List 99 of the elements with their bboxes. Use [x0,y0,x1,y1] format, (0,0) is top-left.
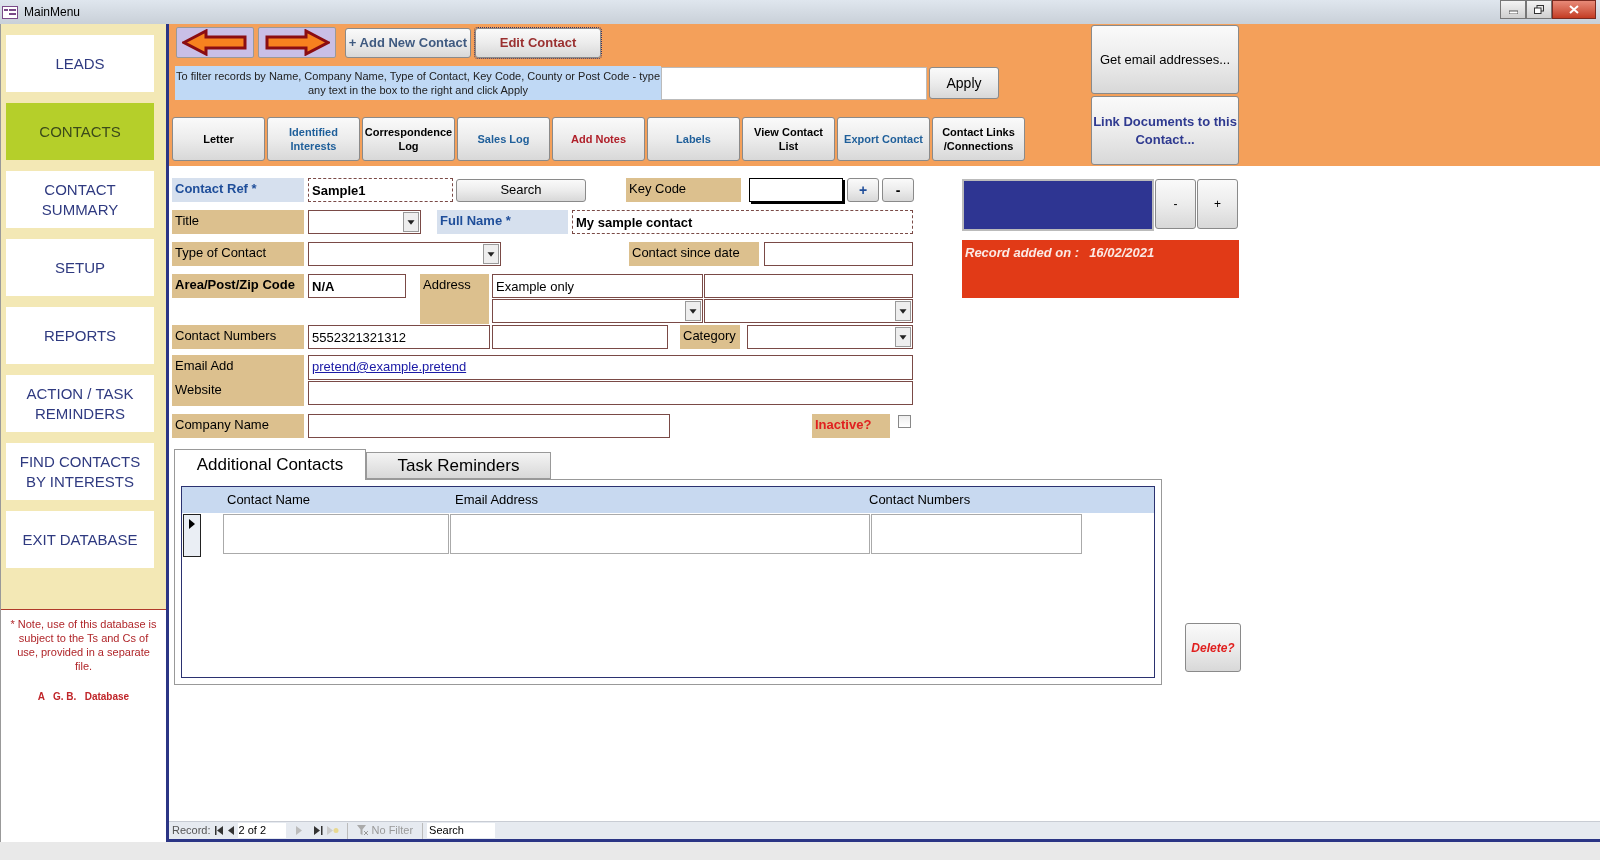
toolbar-button[interactable]: Sales Log [457,117,550,161]
toolbar-button[interactable]: Add Notes [552,117,645,161]
search-field[interactable]: Search [427,823,496,838]
search-button[interactable]: Search [456,178,586,202]
full-name-field[interactable]: My sample contact [572,210,913,234]
field-label: Category [680,325,740,349]
toolbar-button[interactable]: View Contact List [742,117,835,161]
table-cell-field[interactable] [450,514,870,554]
minimize-button[interactable] [1500,0,1526,19]
contact-type-dropdown[interactable] [308,242,501,266]
field-label: Key Code [626,178,741,202]
toolbar-button[interactable]: Export Contact [837,117,930,161]
filter-icon [356,825,369,836]
nav-button[interactable]: SETUP [6,239,154,296]
record-number-field[interactable]: 2 of 2 [237,823,286,838]
field-label: Contact Ref * [172,178,304,202]
address-dropdown[interactable] [492,299,703,323]
caret-icon [483,244,499,264]
nav-button[interactable]: CONTACT SUMMARY [6,171,154,228]
first-record-icon[interactable] [214,826,224,835]
edit-contact-button[interactable]: Edit Contact [475,27,601,58]
table-cell-field[interactable] [871,514,1082,554]
column-header: Contact Name [227,491,312,510]
nav-button[interactable]: ACTION / TASK REMINDERS [6,375,154,432]
field-label: Inactive? [812,414,890,438]
nav-button[interactable]: EXIT DATABASE [6,511,154,568]
address-field[interactable] [704,274,913,298]
app-icon [2,5,18,19]
next-record-button[interactable] [258,27,336,58]
table-cell-field[interactable] [223,514,449,554]
postcode-field[interactable]: N/A [308,274,406,298]
close-button[interactable] [1552,0,1596,19]
close-icon [1569,5,1579,14]
record-added-label: Record added on : [965,244,1080,260]
field-label: Contact since date [629,242,759,266]
title-dropdown[interactable] [308,210,421,234]
toolbar-button[interactable]: Contact Links /Connections [932,117,1025,161]
field-label: Address [420,274,489,324]
plus-button[interactable]: + [847,178,879,202]
column-header: Email Address [455,491,540,510]
usage-note: * Note, use of this database is subject to the Ts and Cs of use, provided in a separate file. [9,617,158,673]
address-field[interactable]: Example only [492,274,703,298]
previous-record-icon[interactable] [227,826,234,835]
toolbar-button[interactable]: Identified Interests [267,117,360,161]
window-title: MainMenu [24,4,81,21]
caret-icon [895,327,911,347]
email-link[interactable]: pretend@example.pretend [312,359,467,374]
website-field[interactable] [308,381,913,405]
last-record-icon[interactable] [313,826,323,835]
category-dropdown[interactable] [747,325,913,349]
right-arrow-icon [264,29,330,56]
contact-ref-field[interactable]: Sample1 [308,178,453,202]
left-arrow-icon [182,29,248,56]
apply-button[interactable]: Apply [929,67,999,99]
nav-button[interactable]: LEADS [6,35,154,92]
current-row-icon [189,519,195,529]
get-email-button[interactable]: Get email addresses... [1091,25,1239,94]
company-field[interactable] [308,414,670,438]
contact-since-field[interactable] [764,242,913,266]
field-label: Company Name [172,414,304,438]
record-added-date: 16/02/2021 [1089,244,1155,260]
record-selector[interactable] [183,514,201,557]
key-code-field[interactable] [749,178,843,202]
phone-field[interactable] [492,325,668,349]
email-field[interactable]: pretend@example.pretend [308,355,913,380]
delete-button[interactable]: Delete? [1185,623,1241,672]
restore-icon [1534,5,1544,14]
plus-button[interactable]: + [1197,179,1238,229]
previous-record-button[interactable] [176,27,254,58]
field-label: Type of Contact [172,242,304,266]
caret-icon [403,212,419,232]
field-label: Website [174,381,223,399]
add-contact-button[interactable]: + Add New Contact [345,27,471,58]
nav-button[interactable]: FIND CONTACTS BY INTERESTS [6,443,154,500]
toolbar-button[interactable]: Letter [172,117,265,161]
database-name: A G. B. Database [37,690,130,704]
field-label: Title [172,210,304,234]
column-header: Contact Numbers [869,491,972,510]
minus-button[interactable]: - [882,178,914,202]
phone-field[interactable]: 5552321321312 [308,325,490,349]
restore-button[interactable] [1526,0,1552,19]
tab[interactable]: Task Reminders [366,452,551,479]
nav-button[interactable]: REPORTS [6,307,154,364]
caret-icon [685,301,701,321]
field-label: Email Add [174,357,235,375]
link-documents-button[interactable]: Link Documents to this Contact... [1091,96,1239,165]
field-label: Area/Post/Zip Code [172,274,304,298]
caret-icon [895,301,911,321]
field-label: Contact Numbers [172,325,304,349]
toolbar-button[interactable]: Labels [647,117,740,161]
field-label: Full Name * [437,210,568,234]
filter-field[interactable] [661,66,927,100]
record-label: Record: [172,823,211,839]
toolbar-button[interactable]: Correspondence Log [362,117,455,161]
nav-button[interactable]: CONTACTS [6,103,154,160]
address-dropdown[interactable] [704,299,913,323]
filter-instructions: To filter records by Name, Company Name, Type of Contact, Key Code, County or Post Code - type any text in the box to the right and click Apply [175,66,661,100]
tab[interactable]: Additional Contacts [174,449,366,480]
minus-button[interactable]: - [1155,179,1196,229]
